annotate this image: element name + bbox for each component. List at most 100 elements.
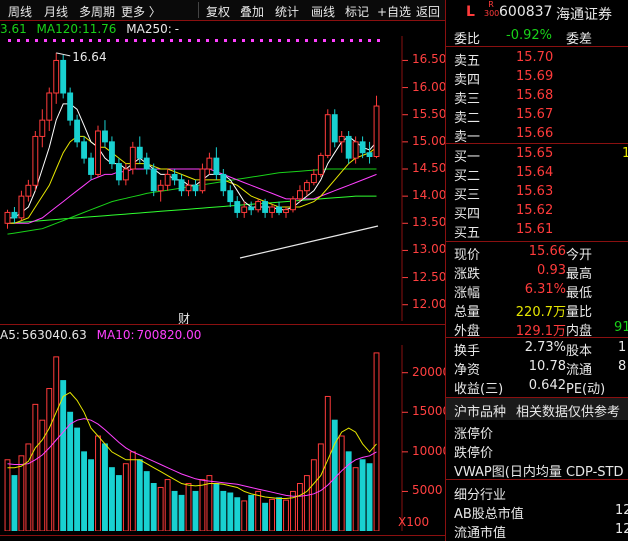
toolbar-adjust[interactable]: 复权 <box>206 3 230 20</box>
volume-bar[interactable] <box>122 463 129 531</box>
candle-body[interactable] <box>46 92 53 121</box>
section-header[interactable]: 沪市品种 相关数据仅供参考 <box>446 398 628 420</box>
volume-bar[interactable] <box>143 471 150 531</box>
candle-body[interactable] <box>108 141 115 165</box>
volume-bar[interactable] <box>178 494 185 531</box>
candle-body[interactable] <box>269 206 276 213</box>
toolbar-add-watchlist[interactable]: +自选 <box>377 3 411 20</box>
volume-bar[interactable] <box>303 475 310 531</box>
volume-bar[interactable] <box>4 459 11 531</box>
volume-bar[interactable] <box>129 451 136 531</box>
volume-bar[interactable] <box>164 479 171 531</box>
volume-bar[interactable] <box>317 443 324 531</box>
volume-bar[interactable] <box>95 435 101 531</box>
volume-bar[interactable] <box>269 498 276 531</box>
candle-body[interactable] <box>324 114 331 156</box>
volume-chart[interactable] <box>0 345 410 531</box>
volume-bar[interactable] <box>283 499 289 531</box>
candle-body[interactable] <box>74 119 81 143</box>
candle-body[interactable] <box>25 184 32 197</box>
candle-body[interactable] <box>192 184 199 192</box>
candle-body[interactable] <box>213 157 220 175</box>
candle-body[interactable] <box>185 184 192 192</box>
volume-bar[interactable] <box>352 467 359 531</box>
candle-body[interactable] <box>331 114 338 143</box>
candle-body[interactable] <box>199 168 206 192</box>
candle-body[interactable] <box>129 146 136 170</box>
volume-bar[interactable] <box>192 490 199 531</box>
volume-bar[interactable] <box>338 435 345 531</box>
volume-bar[interactable] <box>53 356 60 531</box>
volume-bar[interactable] <box>185 483 192 531</box>
volume-bar[interactable] <box>74 427 81 531</box>
volume-bar[interactable] <box>213 483 220 531</box>
volume-bar[interactable] <box>248 494 255 531</box>
volume-bar[interactable] <box>262 502 269 531</box>
volume-bar[interactable] <box>366 463 373 531</box>
section-tab-note[interactable]: 相关数据仅供参考 <box>516 401 620 420</box>
candle-body[interactable] <box>60 59 67 94</box>
trendline[interactable] <box>239 225 379 259</box>
toolbar-multi-period[interactable]: 多周期 <box>79 3 115 20</box>
volume-bar[interactable] <box>359 459 366 531</box>
candle-body[interactable] <box>290 198 296 211</box>
volume-bar[interactable] <box>60 380 67 531</box>
candle-body[interactable] <box>248 206 255 211</box>
candle-body[interactable] <box>234 201 241 213</box>
candle-body[interactable] <box>115 163 122 181</box>
candle-body[interactable] <box>136 146 143 159</box>
candle-body[interactable] <box>276 206 282 213</box>
volume-bar[interactable] <box>18 455 25 531</box>
candle-body[interactable] <box>81 141 88 159</box>
volume-bar[interactable] <box>255 490 262 531</box>
candle-body[interactable] <box>157 184 164 192</box>
candle-body[interactable] <box>283 209 289 213</box>
candle-body[interactable] <box>88 157 94 175</box>
toolbar-weekly[interactable]: 周线 <box>8 3 32 20</box>
candle-body[interactable] <box>171 173 178 181</box>
volume-bar[interactable] <box>227 492 234 531</box>
candle-body[interactable] <box>338 135 345 143</box>
volume-bar[interactable] <box>157 486 164 531</box>
candle-body[interactable] <box>53 59 60 94</box>
candle-body[interactable] <box>366 152 373 158</box>
toolbar-draw[interactable]: 画线 <box>311 3 335 20</box>
volume-bar[interactable] <box>32 403 39 531</box>
volume-bar[interactable] <box>11 475 18 531</box>
volume-bar[interactable] <box>310 459 317 531</box>
volume-bar[interactable] <box>234 497 241 531</box>
candle-body[interactable] <box>227 190 234 203</box>
volume-bar[interactable] <box>199 479 206 531</box>
candle-body[interactable] <box>18 195 25 219</box>
candle-body[interactable] <box>206 157 213 170</box>
candle-body[interactable] <box>310 173 317 184</box>
candle-body[interactable] <box>102 130 108 143</box>
toolbar-overlay[interactable]: 叠加 <box>240 3 264 20</box>
candle-body[interactable] <box>359 141 366 154</box>
candle-body[interactable] <box>262 201 269 213</box>
candle-body[interactable] <box>150 168 157 192</box>
candle-body[interactable] <box>255 201 262 211</box>
volume-bar[interactable] <box>241 500 248 531</box>
volume-bar[interactable] <box>67 411 74 531</box>
volume-bar[interactable] <box>373 352 380 531</box>
candle-body[interactable] <box>32 135 39 186</box>
volume-bar[interactable] <box>81 451 88 531</box>
volume-bar[interactable] <box>136 459 143 531</box>
volume-bar[interactable] <box>220 490 227 531</box>
candle-body[interactable] <box>241 206 248 213</box>
candle-body[interactable] <box>67 92 74 121</box>
volume-bar[interactable] <box>115 475 122 531</box>
volume-bar[interactable] <box>88 459 94 531</box>
section-tab-market[interactable]: 沪市品种 <box>454 401 506 420</box>
candle-body[interactable] <box>143 157 150 170</box>
candle-body[interactable] <box>11 211 18 219</box>
toolbar-mark[interactable]: 标记 <box>345 3 369 20</box>
candle-body[interactable] <box>317 154 324 175</box>
volume-bar[interactable] <box>296 483 303 531</box>
toolbar-monthly[interactable]: 月线 <box>44 3 68 20</box>
candle-body[interactable] <box>220 173 227 192</box>
candle-body[interactable] <box>39 119 46 137</box>
candle-body[interactable] <box>296 190 303 200</box>
candle-body[interactable] <box>122 168 129 181</box>
